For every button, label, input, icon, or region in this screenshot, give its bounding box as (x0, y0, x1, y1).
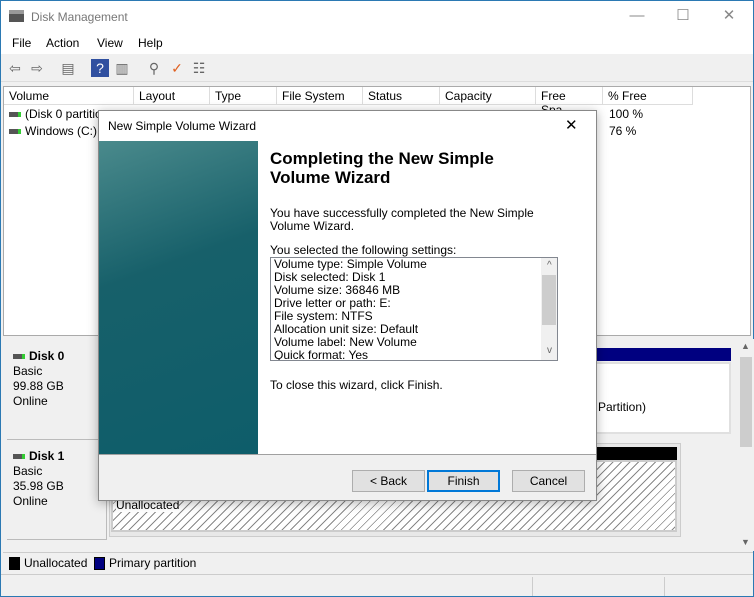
disk-0-label[interactable]: Disk 0 Basic 99.88 GB Online (7, 341, 107, 440)
wizard-content: Completing the New Simple Volume Wizard … (258, 141, 596, 454)
disk-icon (13, 454, 25, 460)
disk-state: Online (13, 494, 48, 508)
menu-view[interactable]: View (97, 36, 123, 50)
action-pane-icon[interactable]: ▥ (113, 59, 131, 77)
disk-management-app-icon (9, 10, 24, 22)
column-header-free-space[interactable]: Free Spa... (536, 87, 603, 117)
disk-size: 99.88 GB (13, 379, 64, 393)
legend-unallocated: Unallocated (9, 556, 88, 571)
drive-icon (9, 112, 21, 118)
status-bar (1, 574, 753, 597)
disk-0-partition[interactable]: Partition) (593, 362, 731, 434)
scroll-down-icon[interactable]: ▼ (741, 537, 750, 547)
disk-icon (13, 354, 25, 360)
help-icon[interactable]: ? (91, 59, 109, 77)
menu-action[interactable]: Action (46, 36, 79, 50)
wizard-heading: Completing the New Simple Volume Wizard (270, 149, 494, 187)
minimize-button[interactable]: — (614, 1, 660, 32)
cancel-button[interactable]: Cancel (512, 470, 585, 492)
legend-primary: Primary partition (94, 556, 197, 571)
dialog-divider (99, 454, 596, 455)
disk-type: Basic (13, 464, 43, 478)
column-header-status[interactable]: Status (363, 87, 440, 105)
close-hint: To close this wizard, click Finish. (270, 378, 443, 392)
menu-file[interactable]: File (12, 36, 31, 50)
console-tree-icon[interactable]: ▤ (59, 59, 77, 77)
wizard-side-image (99, 141, 258, 454)
disk-name: Disk 1 (29, 449, 65, 463)
title-bar: Disk Management — ☐ ✕ (1, 1, 753, 32)
settings-label: You selected the following settings: (270, 243, 457, 257)
partition-label: Partition) (598, 400, 647, 414)
scroll-up-icon[interactable]: ▲ (741, 341, 750, 351)
scroll-up-icon[interactable]: ^ (544, 259, 552, 272)
toolbar: ⇦ ⇨ ▤ ? ▥ ⚲ ✓ ☷ (1, 54, 753, 82)
volume-name: Windows (C:) (25, 124, 98, 138)
percent-free: 100 % (609, 107, 644, 121)
primary-swatch (94, 557, 105, 571)
column-header-volume[interactable]: Volume (4, 87, 134, 105)
column-header-file-system[interactable]: File System (277, 87, 363, 105)
unallocated-swatch (9, 557, 20, 571)
wizard-intro: You have successfully completed the New … (270, 206, 534, 233)
close-button[interactable]: ✕ (706, 1, 752, 32)
back-button[interactable]: < Back (352, 470, 425, 492)
column-header-type[interactable]: Type (210, 87, 277, 105)
back-icon[interactable]: ⇦ (6, 59, 24, 77)
column-header-capacity[interactable]: Capacity (440, 87, 536, 105)
check-icon[interactable]: ✓ (168, 59, 186, 77)
disk-type: Basic (13, 364, 43, 378)
scroll-thumb[interactable] (542, 275, 556, 325)
connect-icon[interactable]: ⚲ (145, 59, 163, 77)
dialog-close-button[interactable]: ✕ (565, 116, 578, 134)
menu-bar: File Action View Help (1, 32, 753, 54)
vertical-scrollbar[interactable]: ▲ ▼ (738, 339, 754, 551)
primary-partition-bar (593, 348, 731, 361)
dialog-title: New Simple Volume Wizard (108, 119, 257, 133)
forward-icon[interactable]: ⇨ (28, 59, 46, 77)
status-divider (532, 577, 533, 596)
settings-list[interactable]: Volume type: Simple Volume Disk selected… (270, 257, 558, 361)
legend-label: Unallocated (24, 556, 88, 570)
table-row[interactable]: Windows (C:) (4, 124, 97, 138)
disk-state: Online (13, 394, 48, 408)
column-header-layout[interactable]: Layout (134, 87, 210, 105)
window-title: Disk Management (31, 10, 128, 24)
scroll-thumb[interactable] (740, 357, 752, 447)
disk-1-label[interactable]: Disk 1 Basic 35.98 GB Online (7, 441, 107, 540)
properties-icon[interactable]: ☷ (190, 59, 208, 77)
percent-free: 76 % (609, 124, 637, 138)
menu-help[interactable]: Help (138, 36, 163, 50)
setting-item: Quick format: Yes (274, 348, 369, 361)
legend: Unallocated Primary partition (3, 552, 753, 574)
status-divider (664, 577, 665, 596)
volume-name: (Disk 0 partitio (25, 107, 102, 121)
disk-size: 35.98 GB (13, 479, 64, 493)
table-row[interactable]: (Disk 0 partitio (4, 107, 102, 121)
dialog-title-bar: New Simple Volume Wizard ✕ (99, 111, 596, 141)
settings-scrollbar[interactable]: ^ v (541, 258, 557, 360)
finish-button[interactable]: Finish (427, 470, 500, 492)
new-simple-volume-wizard-dialog: New Simple Volume Wizard ✕ Completing th… (98, 110, 597, 501)
maximize-button[interactable]: ☐ (660, 1, 706, 32)
disk-name: Disk 0 (29, 349, 65, 363)
legend-label: Primary partition (109, 556, 197, 570)
column-header-percent-free[interactable]: % Free (603, 87, 693, 105)
drive-icon (9, 129, 21, 135)
scroll-down-icon[interactable]: v (544, 344, 552, 357)
